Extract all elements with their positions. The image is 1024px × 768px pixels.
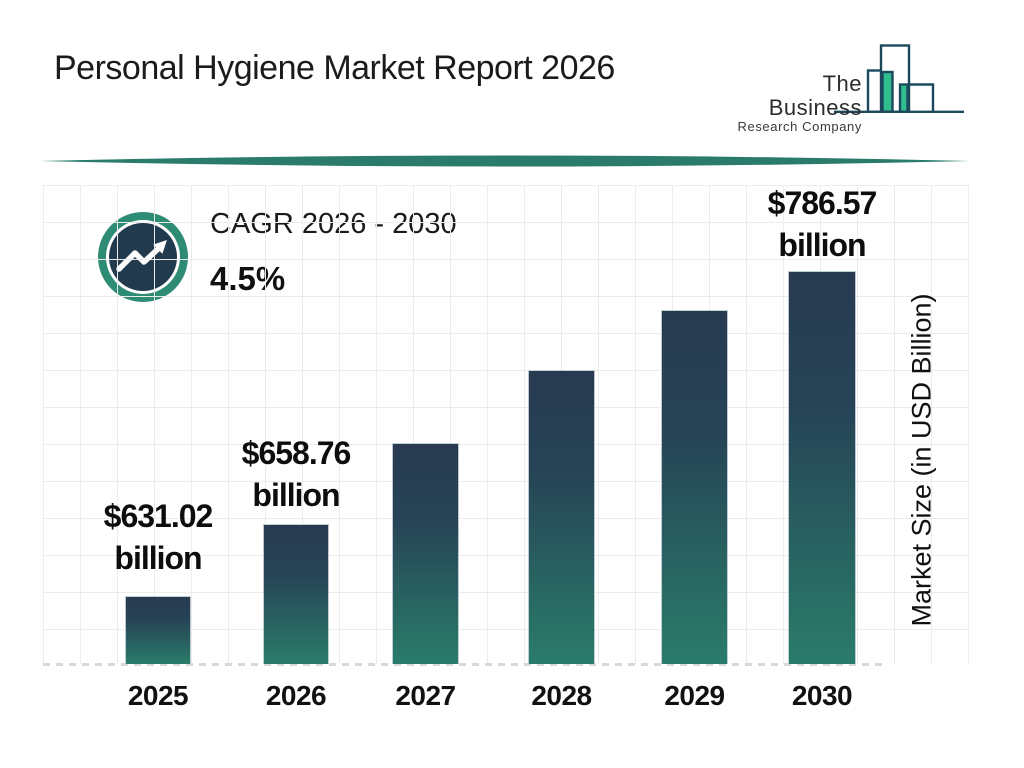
bar-2025 xyxy=(125,596,191,664)
bar-2030 xyxy=(788,271,856,664)
x-tick-2025: 2025 xyxy=(88,680,228,712)
logo-company-name: The Business xyxy=(733,72,862,120)
logo-text: The Business Research Company xyxy=(733,72,862,135)
page-title: Personal Hygiene Market Report 2026 xyxy=(54,48,615,89)
value-label-2026: $658.76billion xyxy=(186,432,406,516)
x-tick-2028: 2028 xyxy=(492,680,632,712)
bar-2026 xyxy=(263,524,329,664)
bar-2028 xyxy=(528,370,595,664)
bar-2029 xyxy=(661,310,728,664)
logo-company-subname: Research Company xyxy=(733,120,862,135)
divider-line xyxy=(40,154,970,170)
bar-chart: 2025$631.02billion2026$658.76billion2027… xyxy=(43,185,969,664)
y-axis-label: Market Size (in USD Billion) xyxy=(907,293,938,626)
value-label-2030: $786.57billion xyxy=(712,182,932,266)
x-tick-2030: 2030 xyxy=(752,680,892,712)
x-tick-2029: 2029 xyxy=(625,680,765,712)
x-tick-2027: 2027 xyxy=(356,680,496,712)
bar-2027 xyxy=(392,443,459,664)
company-logo: The Business Research Company xyxy=(733,42,964,114)
infographic-page: Personal Hygiene Market Report 2026 The … xyxy=(0,0,1024,768)
x-tick-2026: 2026 xyxy=(226,680,366,712)
